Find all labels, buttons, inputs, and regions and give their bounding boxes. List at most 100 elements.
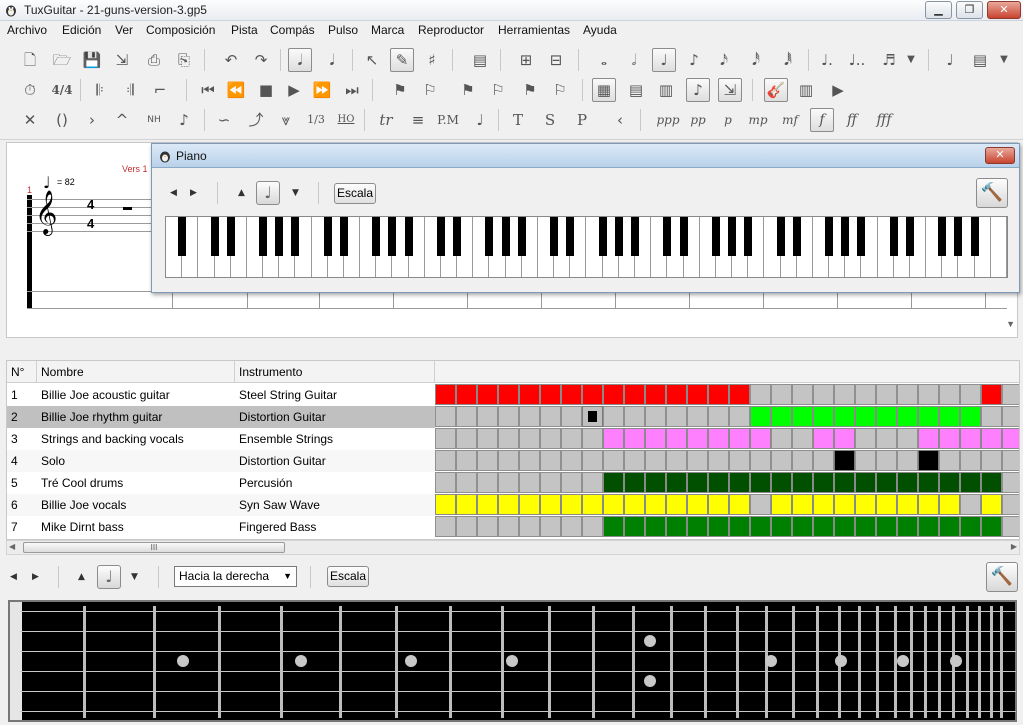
measure-cell[interactable] [771,472,792,493]
track-row[interactable]: 4 Solo Distortion Guitar [7,450,435,472]
measure-cell[interactable] [540,384,561,405]
dynamic-mp-button[interactable]: mp [746,108,770,132]
measure-cell[interactable] [750,494,771,515]
piano-black-key[interactable] [905,217,914,256]
save-as-icon[interactable]: ⇲ [110,48,134,72]
fretboard-view-icon[interactable]: ▦ [592,78,616,102]
piano-black-key[interactable] [889,217,898,256]
piano-black-key[interactable] [614,217,623,256]
ghost-note-icon[interactable]: () [50,108,74,132]
sixteenth-note-icon[interactable]: 𝅘𝅥𝅯 [712,48,736,72]
repeat-open-icon[interactable]: 𝄆 [88,78,112,102]
measure-cell[interactable] [897,516,918,537]
fret-duration-down-icon[interactable]: ▼ [131,572,138,582]
measure-cell[interactable] [456,428,477,449]
measure-cell[interactable] [960,450,981,471]
tuplet-text-icon[interactable]: 1/3 [304,108,328,132]
measure-cell[interactable] [792,384,813,405]
tremolo-bar-icon[interactable]: ⩔ [274,108,298,132]
measure-cell[interactable] [981,428,1002,449]
measure-cell[interactable] [603,450,624,471]
measure-cell[interactable] [561,406,582,427]
measure-cell[interactable] [855,406,876,427]
tuplet-icon[interactable]: ♬ [877,48,901,72]
layout-icon[interactable]: ▤ [968,48,992,72]
measure-cell[interactable] [708,472,729,493]
piano-black-key[interactable] [841,217,850,256]
vibrato-icon[interactable]: ∽ [212,108,236,132]
measure-cell[interactable] [456,516,477,537]
measure-cell[interactable] [729,428,750,449]
piano-black-key[interactable] [436,217,445,256]
measure-cell[interactable] [645,472,666,493]
print-preview-icon[interactable]: ⎘ [172,48,196,72]
measure-cell[interactable] [645,428,666,449]
measure-cell[interactable] [981,406,1002,427]
menu-ver[interactable]: Ver [115,23,133,37]
measure-cell[interactable] [519,472,540,493]
measure-cell[interactable] [834,472,855,493]
measure-cell[interactable] [708,516,729,537]
measure-cell[interactable] [939,384,960,405]
measure-cell[interactable] [477,472,498,493]
measure-cell[interactable] [729,450,750,471]
measure-cell[interactable] [687,516,708,537]
measure-cell[interactable] [498,450,519,471]
measure-cell[interactable] [477,406,498,427]
bend-icon[interactable]: ⤴ [244,108,268,132]
measure-cell[interactable] [540,450,561,471]
measure-cell[interactable] [1002,406,1019,427]
measure-cell[interactable] [792,450,813,471]
measure-cell[interactable] [771,494,792,515]
measure-cell[interactable] [834,494,855,515]
measure-cell[interactable] [939,406,960,427]
measure-cell[interactable] [456,472,477,493]
dead-note-icon[interactable]: ✕ [18,108,42,132]
last-marker-icon[interactable]: ⚐ [548,78,572,102]
piano-black-key[interactable] [178,217,187,256]
dynamic-ppp-button[interactable]: ppp [654,108,682,132]
score-view-icon[interactable]: 𝅘𝅥 [288,48,312,72]
tremolo-picking-icon[interactable]: ≡ [406,108,430,132]
heavy-accent-icon[interactable]: ^ [110,108,134,132]
measure-cell[interactable] [435,516,456,537]
measure-cell[interactable] [561,384,582,405]
harmonic-note-icon[interactable]: NH [142,108,166,132]
transport-view-icon[interactable]: ▤ [624,78,648,102]
measure-cell[interactable] [708,494,729,515]
measure-cell[interactable] [960,428,981,449]
measure-cell[interactable] [645,450,666,471]
measure-cell[interactable] [792,406,813,427]
piano-black-key[interactable] [663,217,672,256]
add-measure-icon[interactable]: ⊞ [514,48,538,72]
piano-black-key[interactable] [857,217,866,256]
fret-prev-icon[interactable]: ◀ [10,572,17,582]
piano-settings-hammer-icon[interactable]: 🔨 [976,178,1008,208]
measure-cell[interactable] [498,428,519,449]
fret-duration-up-icon[interactable]: ▲ [78,572,85,582]
trill-icon[interactable]: tr [374,108,398,132]
measure-cell[interactable] [582,384,603,405]
measure-cell[interactable] [561,494,582,515]
measure-cell[interactable] [918,450,939,471]
quarter-note-icon[interactable]: ♩ [652,48,676,72]
save-icon[interactable]: 💾 [80,48,104,72]
measure-cell[interactable] [582,494,603,515]
piano-duration-up-icon[interactable]: ▲ [238,188,245,198]
measure-cell[interactable] [939,472,960,493]
piano-white-key[interactable] [991,217,1007,277]
measure-cell[interactable] [498,516,519,537]
mixer-icon[interactable]: ▥ [794,78,818,102]
tab-view-icon[interactable]: 𝅘𝅥 [320,48,344,72]
scroll-down-icon[interactable]: ▼ [1006,319,1015,329]
thirty-second-note-icon[interactable]: 𝅘𝅥𝅰 [744,48,768,72]
measure-cell[interactable] [435,428,456,449]
measure-cell[interactable] [435,494,456,515]
piano-black-key[interactable] [970,217,979,256]
measure-cell[interactable] [603,472,624,493]
measure-cell[interactable] [729,516,750,537]
measure-cell[interactable] [561,472,582,493]
measure-cell[interactable] [876,450,897,471]
piano-next-icon[interactable]: ▶ [190,188,197,198]
measure-cell[interactable] [834,516,855,537]
